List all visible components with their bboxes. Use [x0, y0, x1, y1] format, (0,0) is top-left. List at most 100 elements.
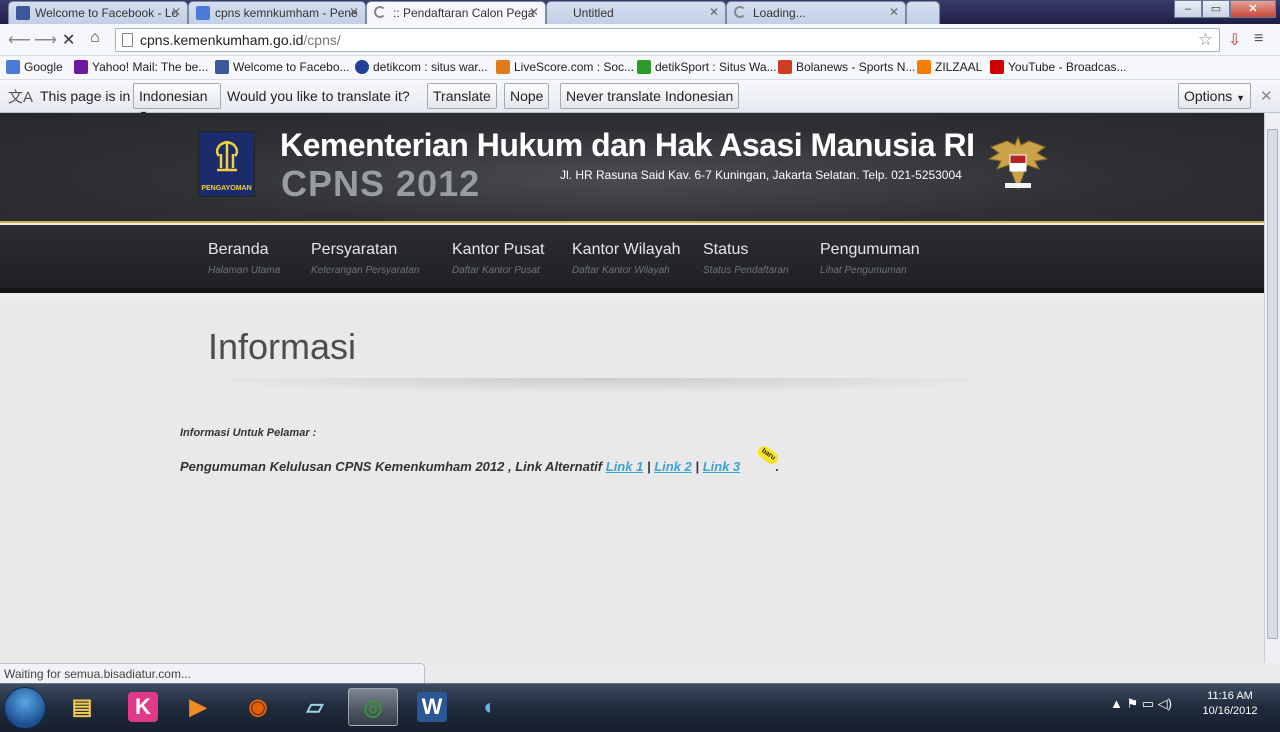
window-controls: – ▭ ✕: [1174, 0, 1276, 18]
bookmark-detikcom[interactable]: detikcom : situs war...: [355, 60, 488, 74]
scrollbar-thumb[interactable]: [1267, 129, 1278, 639]
firefox-icon[interactable]: ◉: [233, 688, 283, 726]
options-label: Options: [1184, 88, 1233, 104]
bookmark-yahoo-mail[interactable]: Yahoo! Mail: The be...: [74, 60, 208, 74]
bookmark-youtube[interactable]: YouTube - Broadcas...: [990, 60, 1127, 74]
clock[interactable]: 11:16 AM 10/16/2012: [1190, 689, 1270, 719]
language-select[interactable]: Indonesian ▼: [133, 83, 221, 119]
link-3[interactable]: Link 3: [703, 459, 741, 474]
page-title: Informasi: [208, 326, 357, 367]
vertical-scrollbar[interactable]: [1264, 113, 1280, 663]
nav-persyaratan[interactable]: Persyaratan Keterangan Persyaratan: [311, 241, 419, 276]
nav-sublabel: Daftar Kantor Pusat: [452, 265, 540, 276]
bookmark-detiksport[interactable]: detikSport : Situs Wa...: [637, 60, 777, 74]
loading-spinner-icon: [374, 6, 386, 18]
download-icon[interactable]: ⇩: [1228, 30, 1241, 50]
address-bar[interactable]: cpns.kemenkumham.go.id/cpns/ ☆: [115, 28, 1220, 52]
nav-pengumuman[interactable]: Pengumuman Lihat Pengumuman: [820, 241, 920, 276]
close-icon[interactable]: ✕: [709, 5, 719, 19]
bookmark-label: YouTube - Broadcas...: [1008, 60, 1127, 74]
wrench-menu-icon[interactable]: ≡: [1254, 30, 1263, 48]
page-icon: [122, 33, 133, 47]
nav-beranda[interactable]: Beranda Halaman Utama: [208, 241, 280, 276]
web-page: PENGAYOMAN Kementerian Hukum dan Hak Asa…: [0, 113, 1264, 663]
messenger-icon[interactable]: ◐: [465, 688, 515, 726]
windows-explorer-icon[interactable]: ▤: [57, 688, 107, 726]
tab-loading[interactable]: Loading... ✕: [726, 1, 906, 24]
media-player-icon[interactable]: ▶: [173, 688, 223, 726]
blogger-icon: [917, 60, 931, 74]
bookmark-livescore[interactable]: LiveScore.com : Soc...: [496, 60, 634, 74]
close-icon[interactable]: ✕: [171, 5, 181, 19]
maximize-button[interactable]: ▭: [1202, 0, 1230, 18]
tab-label: Welcome to Facebook - Lo: [35, 6, 179, 20]
close-icon[interactable]: ✕: [529, 5, 539, 19]
translate-infobar: 文A This page is in Indonesian ▼ Would yo…: [0, 80, 1280, 119]
tab-facebook[interactable]: Welcome to Facebook - Lo ✕: [8, 1, 188, 24]
facebook-icon: [16, 6, 30, 20]
nav-status[interactable]: Status Status Pendaftaran: [703, 241, 789, 276]
bookmark-label: Bolanews - Sports N...: [796, 60, 916, 74]
garuda-emblem-icon: [987, 135, 1049, 191]
system-tray[interactable]: ▲ ⚑ ▭ ◁): [1110, 696, 1172, 712]
url-host: cpns.kemenkumham.go.id: [140, 32, 304, 48]
browser-toolbar: ⟵ ⟶ ✕ ⌂ cpns.kemenkumham.go.id/cpns/ ☆ ⇩…: [0, 24, 1280, 56]
close-icon[interactable]: ✕: [349, 5, 359, 19]
link-2[interactable]: Link 2: [654, 459, 692, 474]
kingsoft-icon[interactable]: K: [128, 692, 158, 722]
home-icon[interactable]: ⌂: [90, 29, 100, 47]
loading-spinner-icon: [734, 6, 746, 18]
forward-arrow-icon[interactable]: ⟶: [34, 30, 57, 50]
pengayoman-logo: PENGAYOMAN: [198, 131, 255, 197]
translate-question: Would you like to translate it?: [227, 88, 410, 104]
tab-google-search[interactable]: cpns kemnkumham - Pene ✕: [188, 1, 366, 24]
close-infobar-icon[interactable]: ✕: [1260, 87, 1273, 105]
status-area: [425, 663, 1280, 683]
notepad-icon[interactable]: ▱: [290, 688, 340, 726]
url-path: /cpns/: [303, 32, 341, 48]
facebook-icon: [215, 60, 229, 74]
tab-pendaftaran[interactable]: :: Pendaftaran Calon Pega ✕: [366, 1, 546, 24]
translate-icon: 文A: [8, 89, 34, 106]
site-title: Kementerian Hukum dan Hak Asasi Manusia …: [280, 127, 975, 163]
word-icon[interactable]: W: [417, 692, 447, 722]
nav-sublabel: Status Pendaftaran: [703, 265, 789, 276]
tab-untitled[interactable]: Untitled ✕: [546, 1, 726, 24]
status-bubble: Waiting for semua.bisadiatur.com...: [0, 663, 425, 683]
stop-icon[interactable]: ✕: [62, 30, 75, 50]
nav-label: Status: [703, 241, 749, 258]
translate-button[interactable]: Translate: [427, 83, 497, 109]
link-1[interactable]: Link 1: [606, 459, 644, 474]
close-window-button[interactable]: ✕: [1230, 0, 1276, 18]
site-address: Jl. HR Rasuna Said Kav. 6-7 Kuningan, Ja…: [560, 168, 962, 182]
new-tab-button[interactable]: [906, 1, 940, 24]
bookmark-bolanews[interactable]: Bolanews - Sports N...: [778, 60, 915, 74]
bookmark-google[interactable]: Google: [6, 60, 63, 74]
bookmark-star-icon[interactable]: ☆: [1198, 30, 1213, 50]
close-icon[interactable]: ✕: [889, 5, 899, 19]
minimize-button[interactable]: –: [1174, 0, 1202, 18]
start-button[interactable]: [4, 687, 46, 729]
nav-label: Kantor Wilayah: [572, 241, 681, 258]
windows-taskbar: ▤ K ▶ ◉ ▱ ◎ W ◐ ▲ ⚑ ▭ ◁) 11:16 AM 10/16/…: [0, 683, 1280, 732]
link-separator: |: [646, 459, 651, 474]
language-value: Indonesian: [139, 88, 208, 104]
nav-kantor-wilayah[interactable]: Kantor Wilayah Daftar Kantor Wilayah: [572, 241, 681, 276]
google-icon: [196, 6, 210, 20]
nav-label: Beranda: [208, 241, 269, 258]
never-translate-button[interactable]: Never translate Indonesian: [560, 83, 740, 109]
bookmark-zilzaal[interactable]: ZILZAAL: [917, 60, 982, 74]
livescore-icon: [496, 60, 510, 74]
nav-sublabel: Lihat Pengumuman: [820, 265, 907, 276]
info-label: Informasi Untuk Pelamar :: [180, 427, 317, 439]
site-header: PENGAYOMAN Kementerian Hukum dan Hak Asa…: [0, 113, 1264, 223]
nav-kantor-pusat[interactable]: Kantor Pusat Daftar Kantor Pusat: [452, 241, 545, 276]
translate-prefix: This page is in: [40, 88, 131, 104]
nope-button[interactable]: Nope: [504, 83, 550, 109]
bookmark-label: detikSport : Situs Wa...: [655, 60, 777, 74]
chrome-icon[interactable]: ◎: [348, 688, 398, 726]
back-arrow-icon[interactable]: ⟵: [8, 30, 31, 50]
options-button[interactable]: Options ▼: [1178, 83, 1252, 109]
announcement: Pengumuman Kelulusan CPNS Kemenkumham 20…: [180, 459, 779, 474]
bookmark-facebook[interactable]: Welcome to Facebo...: [215, 60, 350, 74]
